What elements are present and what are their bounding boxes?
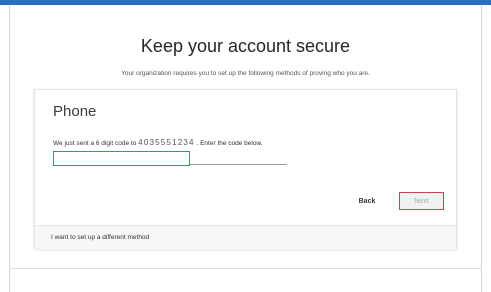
different-method-link[interactable]: I want to set up a different method xyxy=(51,234,149,241)
code-sent-message: We just sent a 6 digit code to 403555123… xyxy=(53,138,263,147)
verification-code-input[interactable] xyxy=(53,151,190,166)
card-heading: Phone xyxy=(53,103,97,120)
page-title: Keep your account secure xyxy=(140,36,351,56)
input-underline xyxy=(190,164,287,165)
page-subtitle: Your organization requires you to set up… xyxy=(121,70,370,77)
bottom-divider xyxy=(9,268,482,269)
phone-method-card: Phone We just sent a 6 digit code to 403… xyxy=(34,89,457,249)
back-button[interactable]: Back xyxy=(352,193,382,209)
next-button[interactable]: Next xyxy=(399,192,444,210)
code-sent-suffix: . Enter the code below. xyxy=(196,140,263,147)
phone-number: 4035551234 xyxy=(138,138,195,147)
top-accent-bar xyxy=(0,0,491,5)
card-footer: I want to set up a different method xyxy=(35,225,456,249)
code-sent-prefix: We just sent a 6 digit code to xyxy=(53,140,137,147)
